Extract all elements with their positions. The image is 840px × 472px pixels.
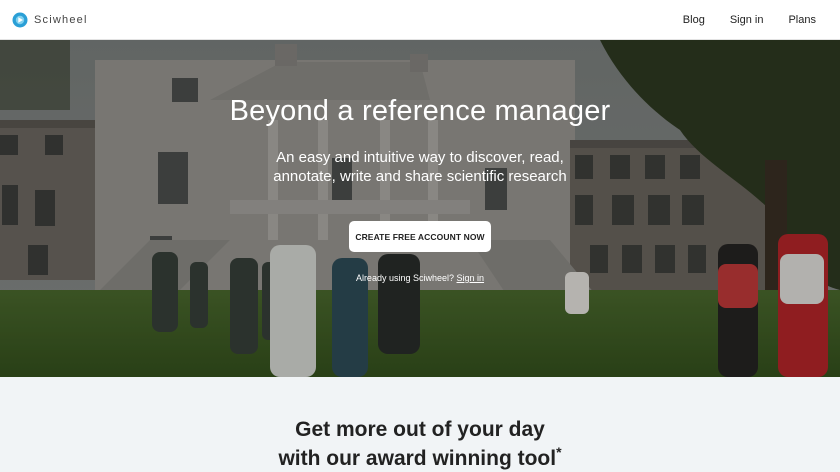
hero-signin-link[interactable]: Sign in [457,273,485,283]
hero-subtitle: An easy and intuitive way to discover, r… [273,149,567,185]
brand-name: Sciwheel [34,13,88,26]
signin-prompt-text: Already using Sciwheel? [355,273,454,283]
brand-home-link[interactable]: Sciwheel [12,12,88,28]
hero-title: Beyond a reference manager [229,95,611,127]
promo-line-2: with our award winning tool [278,447,557,470]
top-nav: Blog Sign in Plans [683,14,816,26]
hero-content: Beyond a reference manager An easy and i… [0,40,840,377]
promo-line-1: Get more out of your day [295,418,545,441]
signin-prompt: Already using Sciwheel? Sign in [0,273,840,283]
nav-signin-link[interactable]: Sign in [730,14,764,26]
promo-headline: Get more out of your day with our award … [0,415,840,472]
nav-blog-link[interactable]: Blog [683,14,705,26]
nav-plans-link[interactable]: Plans [788,14,816,26]
sciwheel-logo-icon [12,12,28,27]
hero-section: Beyond a reference manager An easy and i… [0,40,840,377]
site-header: Sciwheel Blog Sign in Plans [0,0,840,40]
create-account-button[interactable]: CREATE FREE ACCOUNT NOW [349,221,491,252]
promo-section: Get more out of your day with our award … [0,377,840,472]
promo-footnote-mark: * [556,444,562,460]
